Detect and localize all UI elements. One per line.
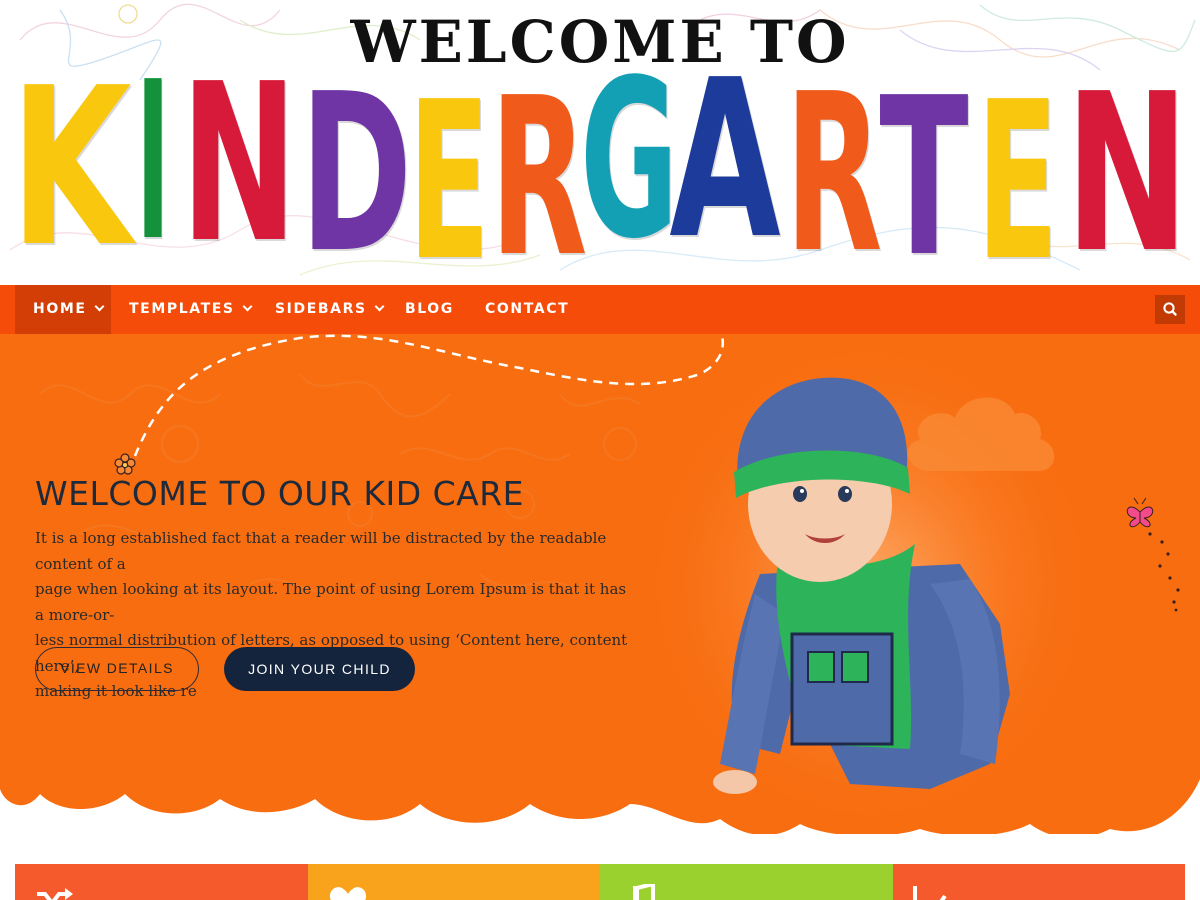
chevron-down-icon bbox=[94, 301, 104, 312]
hero-description-line: page when looking at its layout. The poi… bbox=[35, 580, 627, 624]
join-your-child-button[interactable]: JOIN YOUR CHILD bbox=[224, 647, 415, 691]
logo-letter: I bbox=[135, 36, 171, 285]
nav-item-label: TEMPLATES bbox=[129, 301, 235, 317]
search-icon bbox=[1163, 302, 1177, 316]
logo-letter: E bbox=[976, 56, 1059, 286]
feature-tile-heart[interactable] bbox=[308, 864, 600, 900]
chart-icon bbox=[913, 886, 947, 900]
nav-item-label: CONTACT bbox=[485, 301, 570, 317]
chevron-down-icon bbox=[242, 301, 253, 312]
logo-letter: N bbox=[180, 38, 298, 285]
heart-icon bbox=[329, 887, 367, 900]
logo-letter: R bbox=[785, 48, 883, 285]
nav-item-home[interactable]: HOME bbox=[15, 285, 111, 334]
chevron-down-icon bbox=[374, 301, 385, 312]
logo-letter: N bbox=[1065, 48, 1190, 285]
hero-description-line: It is a long established fact that a rea… bbox=[35, 529, 607, 573]
nav-item-label: SIDEBARS bbox=[275, 301, 367, 317]
site-header: WELCOME TO KINDERGARTEN bbox=[0, 0, 1200, 285]
crawling-baby-image bbox=[713, 377, 1010, 794]
feature-tile-chart[interactable] bbox=[893, 864, 1185, 900]
feature-tile-shuffle[interactable] bbox=[15, 864, 308, 900]
logo-letter: E bbox=[408, 56, 490, 286]
hero-section: WELCOME TO OUR KID CARE It is a long est… bbox=[0, 334, 1200, 834]
main-navigation: HOME TEMPLATES SIDEBARS BLOG CONTACT bbox=[0, 285, 1200, 334]
nav-item-templates[interactable]: TEMPLATES bbox=[129, 285, 253, 334]
nav-item-contact[interactable]: CONTACT bbox=[485, 285, 569, 334]
logo-letter: G bbox=[580, 34, 679, 285]
nav-item-sidebars[interactable]: SIDEBARS bbox=[275, 285, 385, 334]
music-icon bbox=[633, 884, 655, 900]
hero-heading: WELCOME TO OUR KID CARE bbox=[35, 474, 525, 513]
nav-item-label: HOME bbox=[33, 301, 87, 317]
logo-letter: T bbox=[879, 52, 969, 286]
logo-letter: D bbox=[300, 48, 413, 285]
logo-letter: K bbox=[10, 42, 132, 285]
logo-letter: A bbox=[669, 34, 781, 285]
nav-item-label: BLOG bbox=[405, 301, 454, 317]
view-details-button[interactable]: VIEW DETAILS bbox=[35, 647, 199, 691]
nav-item-blog[interactable]: BLOG bbox=[405, 285, 454, 334]
shuffle-icon bbox=[37, 888, 73, 900]
logo-letter: R bbox=[490, 52, 588, 286]
feature-tile-music[interactable] bbox=[600, 864, 893, 900]
search-button[interactable] bbox=[1155, 295, 1185, 324]
site-logo-kindergarten[interactable]: KINDERGARTEN bbox=[10, 52, 1190, 286]
